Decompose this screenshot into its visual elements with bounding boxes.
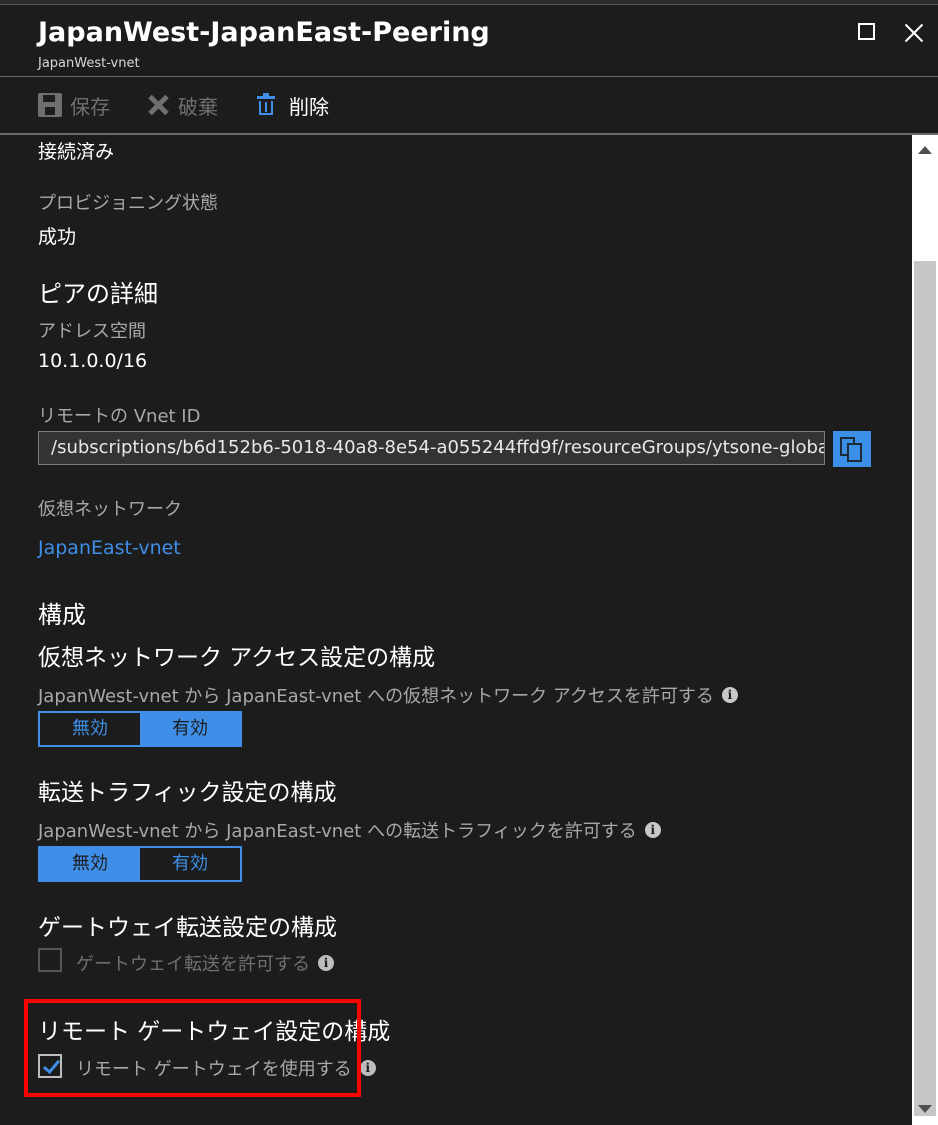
vnet-access-disable-option[interactable]: 無効 [40,713,140,745]
forwarded-traffic-disable-option[interactable]: 無効 [40,848,140,880]
provisioning-state-label: プロビジョニング状態 [38,193,218,214]
save-button[interactable]: 保存 [38,91,110,119]
forwarded-traffic-toggle: 無効 有効 [38,846,242,882]
configuration-heading: 構成 [38,601,86,629]
forwarded-traffic-description: JapanWest-vnet から JapanEast-vnet への転送トラフ… [38,817,661,843]
vertical-scrollbar[interactable] [912,135,938,1125]
highlight-annotation-box [24,999,361,1097]
gateway-transit-label-text: ゲートウェイ転送を許可する [76,954,310,975]
forwarded-traffic-description-text: JapanWest-vnet から JapanEast-vnet への転送トラフ… [38,821,637,842]
scroll-up-arrow-icon[interactable] [918,146,932,154]
info-icon[interactable]: i [318,955,334,971]
vnet-access-toggle: 無効 有効 [38,711,242,747]
virtual-network-label: 仮想ネットワーク [38,499,182,520]
maximize-icon[interactable] [854,19,882,47]
delete-button[interactable]: 削除 [257,91,329,119]
forwarded-traffic-enable-option[interactable]: 有効 [140,848,240,880]
gateway-transit-heading: ゲートウェイ転送設定の構成 [38,915,337,941]
x-icon [146,93,170,117]
save-icon [38,93,62,117]
remote-vnet-id-field[interactable]: /subscriptions/b6d152b6-5018-40a8-8e54-a… [38,431,825,465]
gateway-transit-label: ゲートウェイ転送を許可する i [76,950,334,976]
trash-icon [257,93,277,117]
virtual-network-link[interactable]: JapanEast-vnet [38,537,181,559]
address-space-label: アドレス空間 [38,321,146,342]
scroll-down-arrow-icon[interactable] [918,1105,932,1113]
page-subtitle: JapanWest-vnet [38,56,140,71]
vnet-access-description: JapanWest-vnet から JapanEast-vnet への仮想ネット… [38,682,738,708]
forwarded-traffic-heading: 転送トラフィック設定の構成 [38,780,337,806]
command-toolbar: 保存 破棄 削除 [0,77,938,133]
info-icon[interactable]: i [359,1060,376,1076]
provisioning-state-value: 成功 [38,226,77,248]
blade-content: 接続済み プロビジョニング状態 成功 ピアの詳細 アドレス空間 10.1.0.0… [0,135,910,1125]
peer-details-heading: ピアの詳細 [38,280,158,308]
blade-header: JapanWest-JapanEast-Peering JapanWest-vn… [0,5,938,77]
discard-button-label: 破棄 [178,94,218,119]
save-button-label: 保存 [70,94,110,119]
vnet-access-heading: 仮想ネットワーク アクセス設定の構成 [38,645,436,671]
discard-button[interactable]: 破棄 [146,91,218,119]
close-icon[interactable] [900,19,928,47]
gateway-transit-checkbox[interactable] [38,948,62,972]
address-space-value: 10.1.0.0/16 [38,350,148,372]
info-icon[interactable]: i [721,687,738,703]
vnet-access-enable-option[interactable]: 有効 [140,713,240,745]
scrollbar-thumb[interactable] [914,261,936,1116]
remote-vnet-id-label: リモートの Vnet ID [38,406,201,427]
delete-button-label: 削除 [289,94,329,119]
copy-button[interactable] [833,431,871,467]
vnet-access-description-text: JapanWest-vnet から JapanEast-vnet への仮想ネット… [38,686,714,707]
page-title: JapanWest-JapanEast-Peering [38,17,490,48]
info-icon[interactable]: i [644,822,661,838]
peering-status-value: 接続済み [38,141,115,163]
